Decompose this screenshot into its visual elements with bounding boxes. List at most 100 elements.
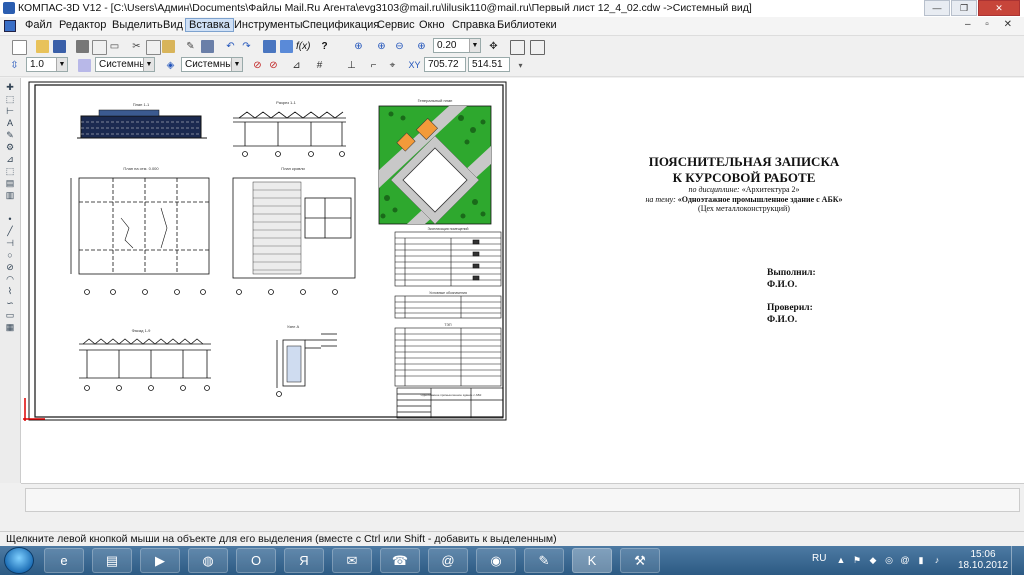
cut-icon[interactable]: ✂ (130, 40, 143, 53)
paste-icon[interactable] (162, 40, 175, 53)
zoom-in-icon[interactable]: ⊕ (375, 40, 388, 53)
taskbar-tools-icon[interactable]: ⚒ (620, 548, 660, 573)
language-indicator[interactable]: RU (812, 553, 826, 564)
chevron-down-icon[interactable]: ▼ (469, 39, 480, 52)
geometry-icon[interactable]: ✚ (4, 82, 16, 92)
local-cs-icon[interactable]: ⊥ (345, 59, 358, 72)
bezier-icon[interactable]: ∽ (4, 298, 16, 308)
open-icon[interactable] (36, 40, 49, 53)
hatch-icon[interactable]: ▦ (4, 322, 16, 332)
tray-volume-icon[interactable]: ♪ (932, 555, 942, 565)
parametrization-icon[interactable]: ⚙ (4, 142, 16, 152)
format-painter-icon[interactable]: ✎ (184, 40, 197, 53)
variables-icon[interactable]: f(x) (296, 40, 310, 53)
document-icon[interactable] (4, 20, 16, 32)
view-icon[interactable]: ◈ (164, 59, 177, 72)
maximize-button[interactable]: ❐ (951, 0, 977, 16)
help-pointer-icon[interactable]: ? (318, 40, 331, 53)
menu-file[interactable]: Файл (22, 19, 55, 31)
preview-icon[interactable] (92, 40, 107, 55)
ellipse-icon[interactable]: ⊘ (4, 262, 16, 272)
ortho-mode-icon[interactable]: ⌐ (367, 59, 380, 72)
menu-window[interactable]: Окно (416, 19, 448, 31)
tree-icon[interactable] (263, 40, 276, 53)
style-combo-2[interactable]: Системный ▼ (181, 57, 243, 72)
select-icon[interactable]: ⬚ (4, 94, 16, 104)
copy-icon[interactable] (146, 40, 161, 55)
tray-update-icon[interactable]: ◎ (884, 555, 894, 565)
arc-icon[interactable]: ◠ (4, 274, 16, 284)
menu-view[interactable]: Вид (160, 19, 186, 31)
menu-libraries[interactable]: Библиотеки (494, 19, 560, 31)
taskbar-outlook-icon[interactable]: ✉ (332, 548, 372, 573)
pan-icon[interactable]: ✥ (487, 40, 500, 53)
taskbar-ie-icon[interactable]: e (44, 548, 84, 573)
snap-local-icon[interactable]: ⊘ (267, 59, 280, 72)
layer-icon[interactable] (78, 59, 91, 72)
polyline-icon[interactable]: ⌇ (4, 286, 16, 296)
taskbar-contacts-icon[interactable]: ☎ (380, 548, 420, 573)
coord-x-field[interactable]: 705.72 (424, 57, 466, 72)
circle-icon[interactable]: ○ (4, 250, 16, 260)
chevron-down-icon[interactable]: ▼ (231, 58, 242, 71)
taskbar-firefox-icon[interactable]: ◉ (476, 548, 516, 573)
taskbar-opera-icon[interactable]: O (236, 548, 276, 573)
menu-insert[interactable]: Вставка (185, 18, 234, 32)
expand-icon[interactable]: ▾ (514, 59, 527, 72)
clock[interactable]: 15:06 18.10.2012 (958, 549, 1008, 571)
manager-icon[interactable] (201, 40, 214, 53)
print-icon[interactable] (76, 40, 89, 53)
report-icon[interactable]: ▥ (4, 190, 16, 200)
grid-icon[interactable]: # (313, 59, 326, 72)
taskbar-skype-icon[interactable]: ◍ (188, 548, 228, 573)
close-button[interactable]: ✕ (978, 0, 1020, 16)
menu-tools[interactable]: Инструменты (231, 19, 306, 31)
zoom-icon[interactable]: ⊕ (415, 40, 428, 53)
taskbar-kompas-icon[interactable]: K (572, 548, 612, 573)
measure-icon[interactable]: ⊿ (4, 154, 16, 164)
rectangle-icon[interactable]: ▭ (4, 310, 16, 320)
select-mode-icon[interactable]: ⬚ (4, 166, 16, 176)
edit-icon[interactable]: ✎ (4, 130, 16, 140)
menu-service[interactable]: Сервис (374, 19, 418, 31)
taskbar-explorer-icon[interactable]: ▤ (92, 548, 132, 573)
save-icon[interactable] (53, 40, 66, 53)
zoom-combo[interactable]: 0.20 ▼ (433, 38, 481, 53)
zoom-out-icon[interactable]: ⊖ (393, 40, 406, 53)
tray-arrow-icon[interactable]: ▲ (836, 555, 846, 565)
tray-app-icon[interactable]: ◆ (868, 555, 878, 565)
refresh-icon[interactable] (510, 40, 525, 55)
taskbar-mailru-agent-icon[interactable]: @ (428, 548, 468, 573)
redo-icon[interactable]: ↷ (240, 40, 253, 53)
ortho-icon[interactable]: ⊿ (290, 59, 303, 72)
step-icon[interactable]: ⇳ (8, 59, 21, 72)
zoom-window-icon[interactable]: ⊕ (352, 40, 365, 53)
point-icon[interactable]: • (4, 214, 16, 224)
properties-icon[interactable] (280, 40, 293, 53)
drawing-canvas[interactable]: План 1-1 Разрез 1-1 Генеральный план Пла… (21, 78, 1024, 483)
snap-icon[interactable]: ⊘ (251, 59, 264, 72)
minimize-button[interactable]: — (924, 0, 950, 16)
properties-panel-area[interactable] (25, 488, 1020, 512)
show-all-icon[interactable] (530, 40, 545, 55)
tray-network-icon[interactable]: ▮ (916, 555, 926, 565)
taskbar-media-icon[interactable]: ▶ (140, 548, 180, 573)
style-combo-1[interactable]: Системный ▼ (95, 57, 155, 72)
auxiliary-line-icon[interactable]: ╱ (4, 226, 16, 236)
taskbar-editor-icon[interactable]: ✎ (524, 548, 564, 573)
fix-icon[interactable]: ⌖ (386, 59, 399, 72)
start-button[interactable] (4, 547, 34, 574)
spec-icon[interactable]: ▤ (4, 178, 16, 188)
designations-icon[interactable]: A (4, 118, 16, 128)
segment-icon[interactable]: ⊣ (4, 238, 16, 248)
done-name[interactable]: Ф.И.О. (767, 280, 797, 290)
step-combo[interactable]: 1.0 ▼ (26, 57, 68, 72)
mdi-controls[interactable]: – ▫ ✕ (965, 19, 1018, 30)
menu-editor[interactable]: Редактор (56, 19, 109, 31)
menu-help[interactable]: Справка (449, 19, 498, 31)
taskbar-yandex-icon[interactable]: Я (284, 548, 324, 573)
new-document-icon[interactable] (12, 40, 27, 55)
copy-properties-icon[interactable]: ▭ (108, 40, 121, 53)
chevron-down-icon[interactable]: ▼ (143, 58, 154, 71)
menu-specification[interactable]: Спецификация (299, 19, 382, 31)
